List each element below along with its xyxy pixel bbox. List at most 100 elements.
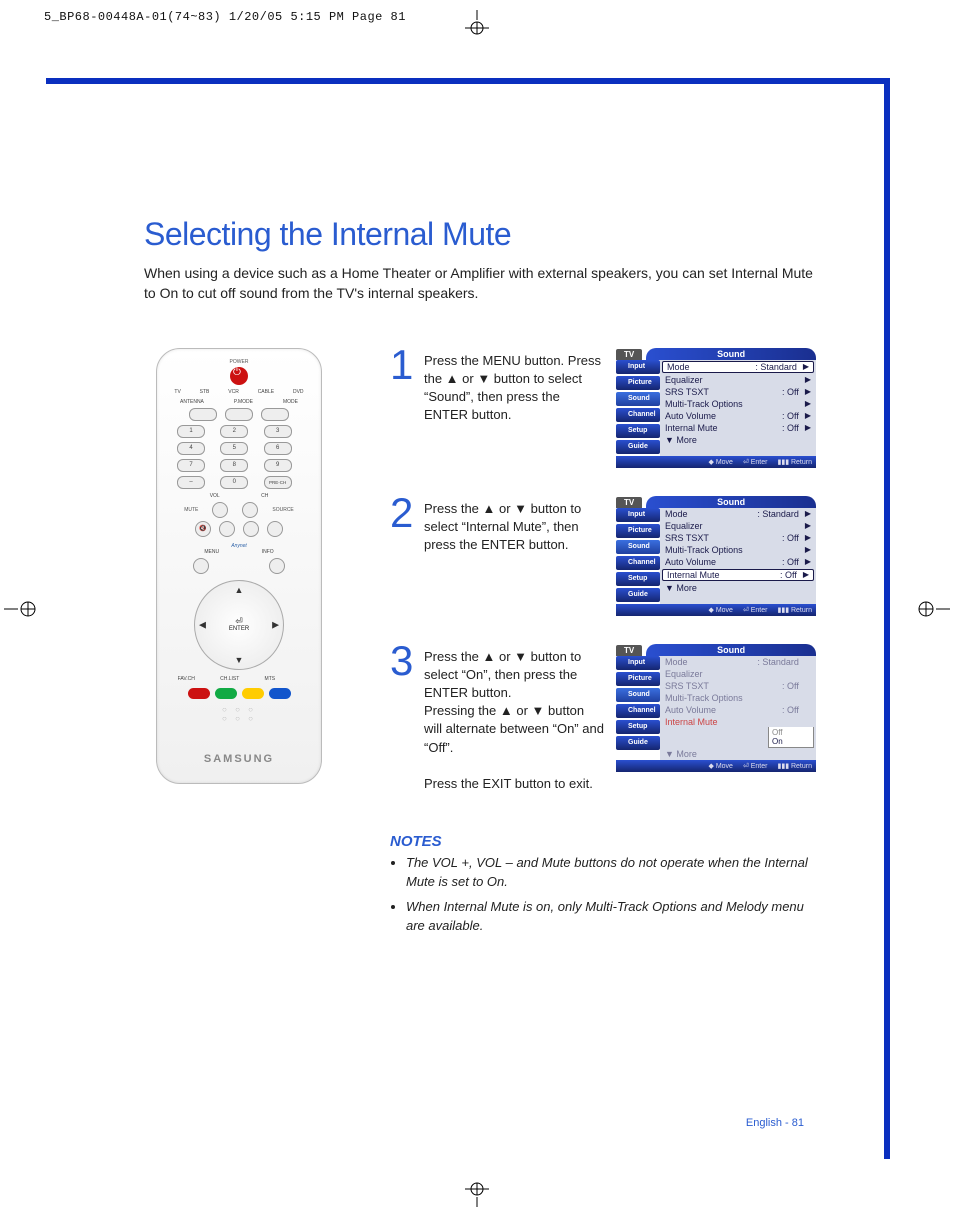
antenna-button — [189, 408, 217, 421]
chevron-right-icon: ▶ — [805, 387, 811, 396]
osd-sidebar-item: Guide — [616, 440, 660, 454]
osd-menu-item: Auto Volume: Off▶ — [660, 704, 816, 716]
osd-sidebar-item: Sound — [616, 540, 660, 554]
picture-icon — [618, 379, 626, 387]
chevron-right-icon: ▶ — [803, 570, 809, 579]
osd-menu-item: Multi-Track Options▶ — [660, 692, 816, 704]
move-hint: ◆ Move — [708, 606, 732, 614]
color-buttons — [165, 688, 313, 699]
osd-sidebar-item: Picture — [616, 672, 660, 686]
osd-sidebar-item: Channel — [616, 704, 660, 718]
osd-menu-item: Internal Mute: Off▶ — [662, 569, 814, 581]
chevron-right-icon: ▶ — [805, 557, 811, 566]
setup-icon — [618, 723, 626, 731]
power-icon — [230, 367, 248, 385]
osd-menu-item: Mode: Standard▶ — [660, 656, 816, 668]
vol-down-icon — [219, 521, 235, 537]
osd-sidebar-item: Channel — [616, 408, 660, 422]
guide-icon — [618, 591, 626, 599]
osd-tv-label: TV — [616, 497, 642, 508]
osd-sidebar-item: Setup — [616, 424, 660, 438]
chevron-right-icon: ▶ — [803, 362, 809, 371]
osd-tv-label: TV — [616, 645, 642, 656]
crop-mark-top — [0, 10, 954, 36]
vol-up-icon — [212, 502, 228, 518]
osd-sidebar-item: Channel — [616, 556, 660, 570]
osd-sidebar-item: Input — [616, 360, 660, 374]
mute-icon: 🔇 — [195, 521, 211, 537]
brand-logo: SAMSUNG — [165, 753, 313, 765]
step-text: Press the ▲ or ▼ button to select “On”, … — [424, 644, 604, 794]
note-item: The VOL +, VOL – and Mute buttons do not… — [406, 854, 826, 892]
move-hint: ◆ Move — [708, 458, 732, 466]
step-number: 3 — [390, 644, 412, 678]
enter-hint: ⏎ Enter — [743, 762, 768, 770]
osd-menu-item: Multi-Track Options▶ — [660, 544, 816, 556]
osd-sidebar-item: Input — [616, 508, 660, 522]
notes-list: The VOL +, VOL – and Mute buttons do not… — [390, 854, 826, 935]
osd-screenshot: TVSoundInputPictureSoundChannelSetupGuid… — [616, 496, 816, 616]
input-icon — [618, 511, 626, 519]
source-button — [267, 521, 283, 537]
return-hint: ▮▮▮ Return — [777, 606, 812, 614]
osd-sidebar: InputPictureSoundChannelSetupGuide — [616, 508, 660, 604]
picture-icon — [618, 675, 626, 683]
osd-menu-item: Equalizer▶ — [660, 668, 816, 680]
crop-mark-bottom — [0, 1181, 954, 1207]
ch-down-icon — [243, 521, 259, 537]
osd-panel: Mode: Standard▶Equalizer▶SRS TSXT: Off▶M… — [660, 656, 816, 760]
setup-icon — [618, 427, 626, 435]
osd-sidebar-item: Setup — [616, 572, 660, 586]
osd-menu-item: ▼ More▶ — [660, 434, 816, 446]
chevron-right-icon: ▶ — [805, 521, 811, 530]
channel-icon — [618, 411, 626, 419]
setup-icon — [618, 575, 626, 583]
osd-menu-item: SRS TSXT: Off▶ — [660, 680, 816, 692]
chevron-right-icon: ▶ — [805, 399, 811, 408]
osd-dropdown: OffOn — [768, 727, 814, 748]
osd-menu-item: Mode: Standard▶ — [660, 508, 816, 520]
osd-menu-item: ▼ More▶ — [660, 748, 816, 760]
input-icon — [618, 659, 626, 667]
osd-menu-item: Mode: Standard▶ — [662, 361, 814, 373]
osd-footer: ◆ Move⏎ Enter▮▮▮ Return — [616, 456, 816, 468]
power-label: POWER — [165, 359, 313, 365]
remote-illustration: POWER TVSTBVCRCABLEDVD ANTENNAP.MODEMODE… — [156, 348, 322, 784]
sound-icon — [618, 543, 626, 551]
osd-footer: ◆ Move⏎ Enter▮▮▮ Return — [616, 760, 816, 772]
crop-mark-left — [4, 589, 38, 629]
osd-menu-item: SRS TSXT: Off▶ — [660, 532, 816, 544]
channel-icon — [618, 559, 626, 567]
osd-screenshot: TVSoundInputPictureSoundChannelSetupGuid… — [616, 644, 816, 772]
chevron-right-icon: ▶ — [805, 375, 811, 384]
chevron-right-icon: ▶ — [805, 411, 811, 420]
intro-text: When using a device such as a Home Theat… — [144, 263, 814, 304]
osd-panel: Mode: Standard▶Equalizer▶SRS TSXT: Off▶M… — [660, 360, 816, 456]
sound-icon — [618, 395, 626, 403]
osd-title: Sound — [646, 644, 816, 656]
pmode-button — [225, 408, 253, 421]
ch-up-icon — [242, 502, 258, 518]
notes-heading: NOTES — [390, 833, 840, 850]
step: 2Press the ▲ or ▼ button to select “Inte… — [390, 496, 840, 616]
osd-sidebar-item: Picture — [616, 524, 660, 538]
osd-menu-item: Equalizer▶ — [660, 374, 816, 386]
page-footer: English - 81 — [746, 1117, 804, 1129]
step-text: Press the MENU button. Press the ▲ or ▼ … — [424, 348, 604, 425]
content-frame: Selecting the Internal Mute When using a… — [46, 78, 890, 1159]
chevron-right-icon: ▶ — [805, 533, 811, 542]
osd-sidebar: InputPictureSoundChannelSetupGuide — [616, 360, 660, 456]
osd-sidebar-item: Input — [616, 656, 660, 670]
osd-menu-item: Multi-Track Options▶ — [660, 398, 816, 410]
osd-sidebar-item: Picture — [616, 376, 660, 390]
osd-sidebar-item: Setup — [616, 720, 660, 734]
osd-menu-item: Internal Mute: Off▶ — [660, 422, 816, 434]
channel-icon — [618, 707, 626, 715]
osd-menu-item: SRS TSXT: Off▶ — [660, 386, 816, 398]
step: 1Press the MENU button. Press the ▲ or ▼… — [390, 348, 840, 468]
osd-menu-item: ▼ More▶ — [660, 582, 816, 594]
exit-button — [269, 558, 285, 574]
chevron-right-icon: ▶ — [805, 545, 811, 554]
guide-icon — [618, 739, 626, 747]
return-hint: ▮▮▮ Return — [777, 762, 812, 770]
